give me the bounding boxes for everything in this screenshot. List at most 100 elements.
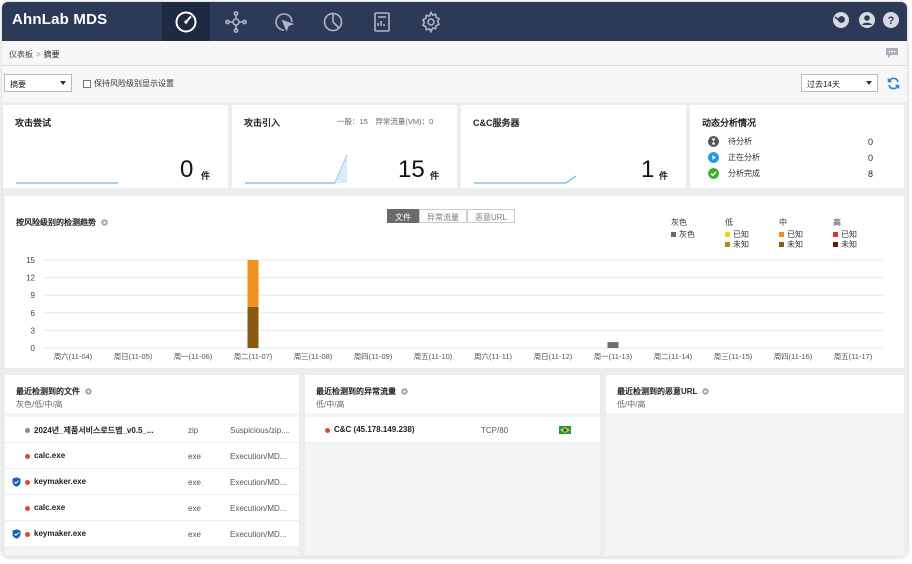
play-icon [708,152,719,163]
card-cnc-server[interactable]: C&C服务器 1 件 [461,105,686,188]
y-tick-label: 15 [26,256,35,265]
help-icon: ? [883,12,899,28]
file-ext: exe [188,452,201,461]
card-title: 攻击尝试 [15,118,52,128]
recent-files-title: 最近检测到的文件 [16,386,93,397]
recent-files-title-text: 最近检测到的文件 [16,387,80,396]
dynamic-row-pending[interactable]: 待分析 0 [708,136,873,147]
card-attack-inflow[interactable]: 攻击引入 一般：15 异常流量(VM)：0 15 件 [232,105,457,188]
nav-dashboard[interactable] [162,2,210,41]
brazil-flag-icon [559,426,571,434]
recent-urls-title-text: 最近检测到的恶意URL [617,387,698,396]
x-tick-label: 周二(11-14) [654,352,693,361]
help-button[interactable]: ? [881,10,901,30]
filter-toolbar: 摘要 保持风险级别显示设置 过去14天 [2,66,907,102]
nav-threat-response[interactable] [260,2,308,41]
view-select-value: 摘要 [10,80,26,89]
x-tick-label: 周二(11-07) [234,352,273,361]
breadcrumb-current: 摘要 [43,50,60,59]
file-name: 2024년_제품서비스로드맵_v0.5_... [34,426,154,435]
list-item[interactable]: C&C (45.178.149.238) TCP/80 [305,417,600,443]
app-window: AhnLab MDS ? 仪表板 > 摘要 摘要 保持风险级别显示设置 过去14… [2,2,907,557]
user-button[interactable] [857,10,877,30]
nav-report[interactable] [358,2,406,41]
x-tick-label: 周日(11-12) [534,352,573,361]
refresh-icon[interactable] [887,77,900,90]
nav-settings[interactable] [407,2,455,41]
count-unit: 件 [201,171,211,181]
sparkline [474,175,577,184]
breadcrumb-separator: > [36,50,41,59]
breadcrumb-parent[interactable]: 仪表板 [9,50,33,59]
shield-icon [12,529,21,539]
file-ext: zip [188,426,199,435]
list-item[interactable]: keymaker.exe exe Execution/MD... [5,521,299,547]
x-tick-label: 周五(11-17) [834,352,873,361]
risk-dot [25,506,30,511]
y-tick-label: 12 [26,274,35,283]
keep-risk-checkbox[interactable]: 保持风险级别显示设置 [83,78,174,89]
x-tick-label: 周日(11-05) [114,352,153,361]
x-tick-label: 周三(11-15) [714,352,753,361]
comment-icon[interactable] [885,47,899,59]
nav-statistics[interactable] [309,2,357,41]
dynamic-row-analyzing[interactable]: 正在分析 0 [708,152,873,163]
dynamic-row-label: 待分析 [728,137,752,146]
y-tick-label: 6 [31,309,36,318]
card-title: 攻击引入 [244,118,281,128]
detection-name: Execution/MD... [230,530,287,539]
dynamic-row-value: 0 [867,152,873,163]
list-item[interactable]: calc.exe exe Execution/MD... [5,495,299,521]
x-tick-label: 周五(11-10) [414,352,453,361]
chart-bar [607,342,619,348]
checkbox-box[interactable] [83,79,91,88]
cnc-count: 1 [641,156,655,183]
card-dynamic-analysis: 动态分析情况 待分析 0 正在分析 0 分析完成 8 [690,105,904,188]
list-item[interactable]: 2024년_제품서비스로드맵_v0.5_... zip Suspicious/z… [5,417,299,443]
detection-name: Execution/MD... [230,452,287,461]
report-document-icon [374,11,390,32]
list-item[interactable]: keymaker.exe exe Execution/MD... [5,469,299,495]
keep-risk-label: 保持风险级别显示设置 [94,79,174,88]
nav-network[interactable] [212,2,260,41]
recent-urls-title: 最近检测到的恶意URL [617,386,710,397]
period-select-value: 过去14天 [807,80,840,89]
x-tick-label: 周六(11-11) [474,351,513,361]
detection-name: Execution/MD... [230,478,287,487]
pie-chart-icon [323,12,343,31]
chart-bar [247,260,259,307]
dynamic-row-complete[interactable]: 分析完成 8 [708,168,873,179]
risk-dot [25,428,30,433]
x-tick-label: 周一(11-06) [174,352,213,361]
file-name: keymaker.exe [34,477,87,486]
gear-icon[interactable] [400,387,409,396]
sparkline [16,182,118,184]
dynamic-row-label: 正在分析 [728,153,760,162]
list-item[interactable]: calc.exe exe Execution/MD... [5,443,299,469]
period-select[interactable]: 过去14天 [801,74,878,92]
top-navigation-bar: AhnLab MDS ? [2,2,907,41]
count-unit: 件 [659,171,669,181]
card-title: 动态分析情况 [702,118,757,128]
risk-dot [25,480,30,485]
card-attack-attempt[interactable]: 攻击尝试 0 件 [3,105,228,188]
risk-trend-chart: 0 3 6 9 12 15 周六(11-04) 周日(11-05) 周一(11-06) 周二(11… [26,256,883,361]
chevron-down-icon [866,81,872,85]
view-select[interactable]: 摘要 [4,74,72,92]
file-ext: exe [188,478,201,487]
traffic-name: C&C (45.178.149.238) [334,425,415,434]
svg-text:?: ? [888,15,895,27]
attack-inflow-count: 15 [398,156,425,183]
card-subtitle: 一般：15 异常流量(VM)：0 [337,117,434,126]
x-tick-label: 周四(11-09) [354,352,393,361]
breadcrumb-bar: 仪表板 > 摘要 [2,41,907,66]
x-tick-label: 周一(11-13) [594,352,633,361]
y-tick-label: 3 [31,326,36,335]
card-title: C&C服务器 [473,118,520,128]
notification-button[interactable] [831,10,851,30]
attack-attempt-count: 0 [180,156,194,183]
gear-icon[interactable] [701,387,710,396]
y-tick-label: 0 [31,344,36,353]
detection-name: Suspicious/zip.... [230,426,291,435]
gear-icon[interactable] [84,387,93,396]
